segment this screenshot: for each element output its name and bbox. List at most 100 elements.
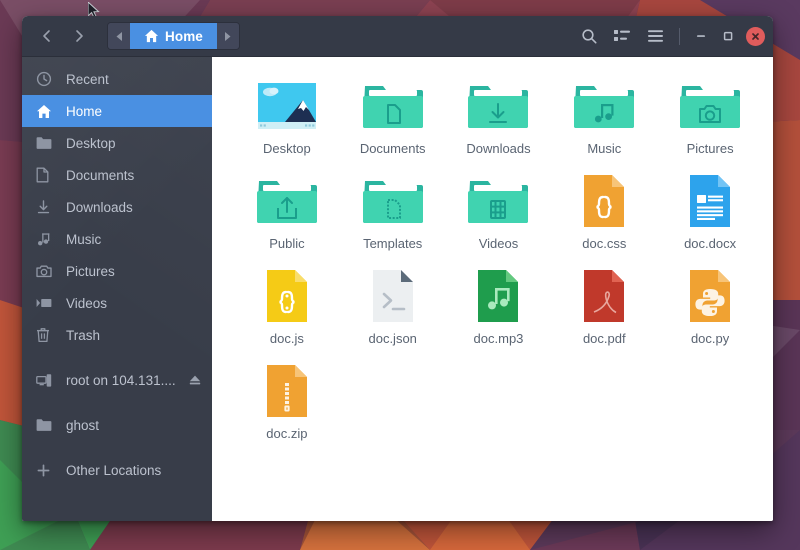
server-icon xyxy=(36,373,52,387)
home-icon xyxy=(37,104,51,118)
file-name-label: Downloads xyxy=(466,141,531,156)
close-button[interactable] xyxy=(746,26,765,46)
sidebar-item-videos[interactable]: Videos xyxy=(22,287,212,319)
list-view-icon xyxy=(614,30,630,41)
plus-icon xyxy=(36,462,56,478)
path-next-button[interactable] xyxy=(216,23,239,49)
sidebar-item-other-locations[interactable]: Other Locations xyxy=(22,454,212,486)
navigation-buttons xyxy=(32,23,94,49)
file-item[interactable]: doc.json xyxy=(340,261,446,356)
folder-public-icon xyxy=(256,181,317,223)
search-icon xyxy=(581,28,597,44)
close-icon xyxy=(752,32,759,40)
eject-icon xyxy=(189,375,201,385)
sidebar-item-downloads[interactable]: Downloads xyxy=(22,191,212,223)
eject-button[interactable] xyxy=(188,373,202,387)
maximize-button[interactable] xyxy=(715,23,741,49)
file-item[interactable]: doc.css xyxy=(551,166,657,261)
menu-button[interactable] xyxy=(639,22,671,50)
file-name-label: doc.zip xyxy=(266,426,308,441)
video-icon xyxy=(36,295,56,311)
minimize-button[interactable] xyxy=(688,23,714,49)
header-actions xyxy=(573,22,765,50)
sidebar-item-pictures[interactable]: Pictures xyxy=(22,255,212,287)
forward-button[interactable] xyxy=(64,23,94,49)
file-py-icon xyxy=(690,270,731,322)
file-name-label: doc.py xyxy=(690,331,730,346)
file-name-label: doc.docx xyxy=(684,236,737,251)
hamburger-menu-icon xyxy=(647,30,663,42)
file-name-label: doc.json xyxy=(368,331,417,346)
file-name-label: Public xyxy=(269,236,305,251)
sidebar-item-label: Recent xyxy=(66,71,109,87)
file-item[interactable]: doc.py xyxy=(657,261,763,356)
file-name-label: Documents xyxy=(359,141,426,156)
file-name-label: Pictures xyxy=(686,141,734,156)
file-name-label: doc.css xyxy=(582,236,627,251)
file-item[interactable]: Desktop xyxy=(234,71,340,166)
view-toggle-button[interactable] xyxy=(606,22,638,50)
folder-templates-icon xyxy=(362,181,423,223)
sidebar-item-label: root on 104.131.... xyxy=(66,372,176,388)
file-item[interactable]: doc.docx xyxy=(657,166,763,261)
breadcrumb-home[interactable]: Home xyxy=(130,23,217,49)
sidebar-item-documents[interactable]: Documents xyxy=(22,159,212,191)
file-item[interactable]: Templates xyxy=(340,166,446,261)
file-list-view[interactable]: Desktop Documents Downloads Music Pictures Pu… xyxy=(212,57,773,521)
file-mp3-icon xyxy=(478,270,519,322)
file-manager-window: Home Recent Home Desktop Documents Downl… xyxy=(22,16,773,521)
sidebar-separator xyxy=(22,396,212,409)
sidebar-item-ghost[interactable]: ghost xyxy=(22,409,212,441)
file-item[interactable]: Pictures xyxy=(657,71,763,166)
back-button[interactable] xyxy=(32,23,62,49)
triangle-right-icon xyxy=(225,31,231,41)
file-name-label: doc.pdf xyxy=(582,331,626,346)
file-name-label: Desktop xyxy=(263,141,311,156)
file-docx-icon xyxy=(690,175,731,227)
sidebar-item-label: Music xyxy=(66,231,102,247)
sidebar-item-label: Videos xyxy=(66,295,108,311)
file-json-icon xyxy=(372,270,413,322)
path-bar: Home xyxy=(107,22,240,50)
sidebar-item-recent[interactable]: Recent xyxy=(22,63,212,95)
sidebar-item-root-on-104-131[interactable]: root on 104.131.... xyxy=(22,364,212,396)
file-item[interactable]: Public xyxy=(234,166,340,261)
file-item[interactable]: Downloads xyxy=(446,71,552,166)
path-prev-button[interactable] xyxy=(108,23,130,49)
sidebar-item-desktop[interactable]: Desktop xyxy=(22,127,212,159)
camera-icon xyxy=(36,263,56,279)
file-pdf-icon xyxy=(584,270,625,322)
clock-icon xyxy=(36,71,56,87)
sidebar-separator xyxy=(22,441,212,454)
video-icon xyxy=(36,299,52,307)
sidebar-item-label: Pictures xyxy=(66,263,115,279)
file-css-icon xyxy=(584,175,625,227)
file-item[interactable]: doc.js xyxy=(234,261,340,356)
places-sidebar: Recent Home Desktop Documents Downloads Music… xyxy=(22,57,212,521)
minimize-icon xyxy=(697,35,705,37)
file-item[interactable]: doc.mp3 xyxy=(446,261,552,356)
sidebar-item-label: Other Locations xyxy=(66,462,162,478)
sidebar-item-trash[interactable]: Trash xyxy=(22,319,212,351)
document-icon xyxy=(36,167,56,183)
sidebar-item-label: Home xyxy=(66,103,103,119)
file-name-label: Templates xyxy=(363,236,423,251)
file-item[interactable]: Music xyxy=(551,71,657,166)
download-icon xyxy=(37,200,50,214)
file-name-label: Music xyxy=(587,141,622,156)
sidebar-item-home[interactable]: Home xyxy=(22,95,212,127)
sidebar-item-label: Desktop xyxy=(66,135,116,151)
sidebar-item-music[interactable]: Music xyxy=(22,223,212,255)
file-item[interactable]: doc.pdf xyxy=(551,261,657,356)
header-separator xyxy=(679,27,680,45)
folder-icon xyxy=(36,417,56,433)
home-icon xyxy=(36,103,56,119)
file-item[interactable]: Videos xyxy=(446,166,552,261)
folder-downloads-icon xyxy=(468,86,529,128)
folder-documents-icon xyxy=(362,86,423,128)
search-button[interactable] xyxy=(573,22,605,50)
file-item[interactable]: Documents xyxy=(340,71,446,166)
header-bar: Home xyxy=(22,16,773,57)
sidebar-separator xyxy=(22,351,212,364)
file-item[interactable]: doc.zip xyxy=(234,356,340,451)
